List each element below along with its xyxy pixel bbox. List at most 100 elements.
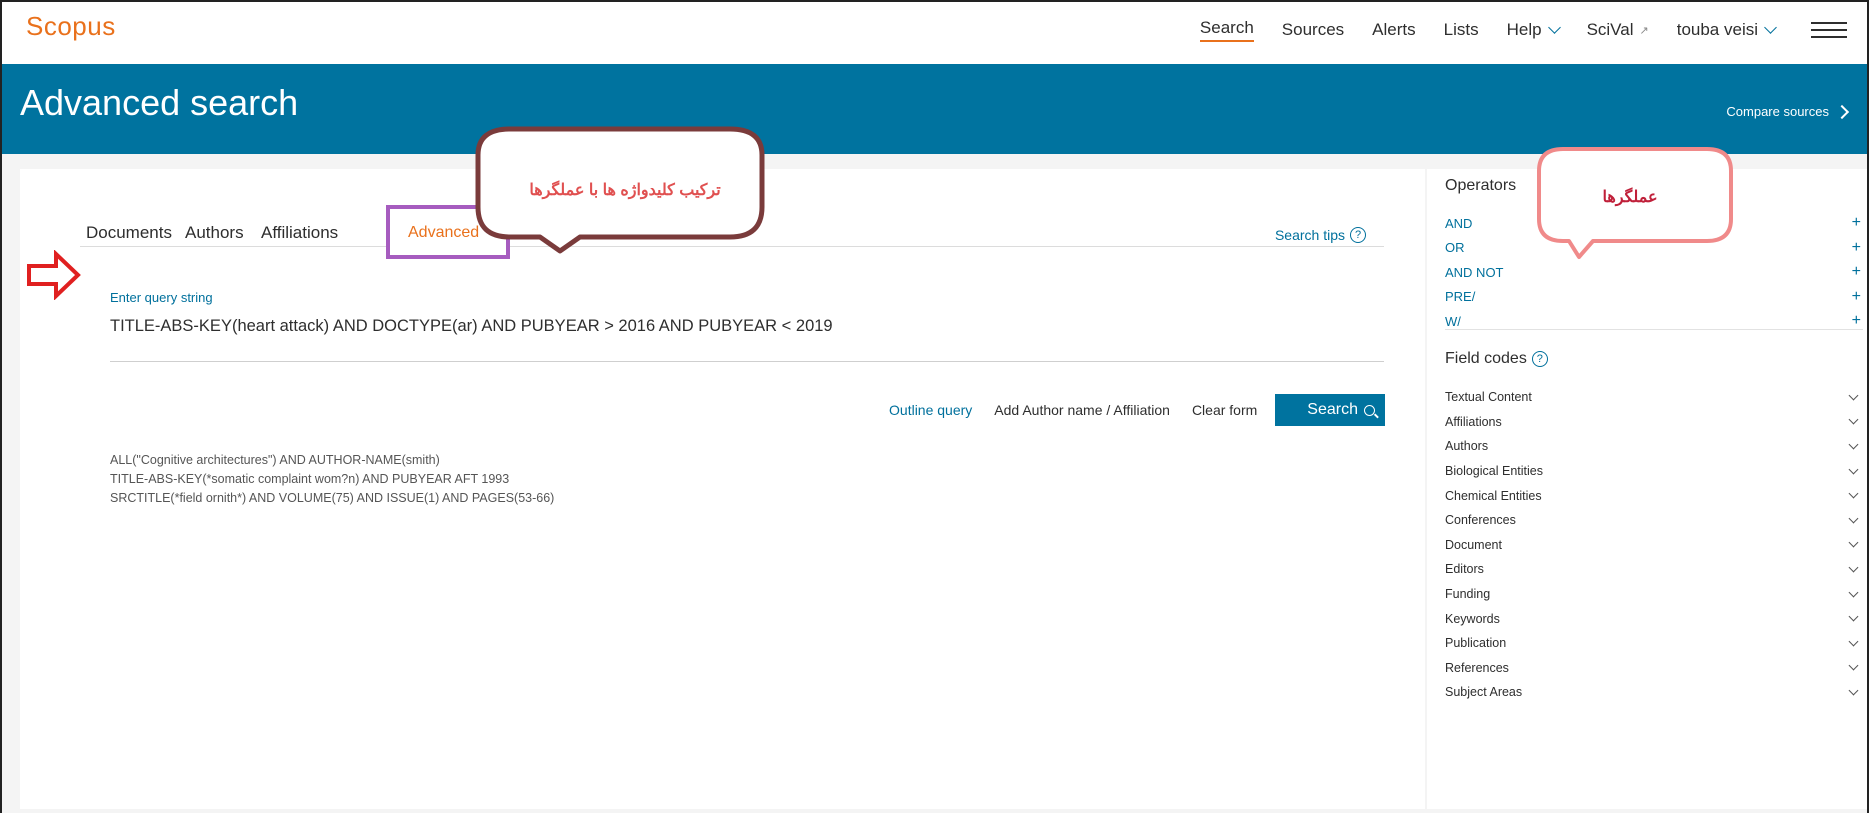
external-link-icon: ↗ (1639, 24, 1649, 37)
page-title: Advanced search (20, 82, 299, 123)
tab-affiliations[interactable]: Affiliations (261, 223, 338, 243)
chevron-down-icon (1848, 685, 1859, 696)
search-tips-label: Search tips (1274, 227, 1345, 243)
field-code-label: Subject Areas (1445, 685, 1523, 700)
field-codes-list: Textual Content Affiliations Authors Bio… (1445, 385, 1863, 705)
outline-query-link[interactable]: Outline query (889, 402, 972, 418)
plus-icon: + (1851, 312, 1861, 330)
tab-advanced-label: Advanced (408, 224, 480, 241)
help-circle-icon[interactable]: ? (1531, 351, 1548, 367)
plus-icon: + (1851, 214, 1861, 232)
field-code-item[interactable]: Subject Areas (1445, 680, 1863, 705)
chevron-down-icon (1848, 414, 1859, 425)
example-query: TITLE-ABS-KEY(*somatic complaint wom?n) … (110, 472, 510, 486)
nav-scival-label: SciVal (1586, 20, 1634, 39)
field-code-item[interactable]: Funding (1445, 582, 1863, 607)
page-banner: Advanced search Compare sources (2, 64, 1867, 154)
field-code-item[interactable]: Editors (1445, 557, 1863, 582)
user-name: touba veisi (1676, 20, 1758, 39)
field-code-label: Authors (1445, 439, 1489, 454)
chevron-down-icon (1848, 636, 1859, 647)
field-codes-title: Field codes ? (1445, 350, 1548, 368)
nav-lists[interactable]: Lists (1444, 20, 1479, 40)
field-code-item[interactable]: Conferences (1445, 508, 1863, 533)
query-label: Enter query string (110, 290, 213, 305)
operator-label: AND NOT (1445, 264, 1504, 280)
nav-help-label: Help (1506, 20, 1542, 39)
operator-label: AND (1445, 215, 1473, 231)
tab-documents[interactable]: Documents (86, 223, 172, 243)
field-code-label: Chemical Entities (1445, 488, 1542, 503)
chevron-down-icon (1848, 587, 1859, 597)
scopus-logo[interactable]: Scopus (26, 11, 116, 42)
field-code-label: Textual Content (1445, 390, 1532, 405)
annotation-text-pink: عملگرها (1602, 189, 1658, 206)
plus-icon: + (1851, 263, 1861, 281)
chevron-down-icon (1764, 20, 1777, 34)
field-code-label: Conferences (1445, 513, 1516, 528)
chevron-down-icon (1848, 464, 1859, 475)
operator-label: OR (1445, 240, 1465, 256)
search-panel: Documents Authors Affiliations Advanced … (20, 169, 1425, 809)
nav-scival[interactable]: SciVal ↗ (1587, 20, 1649, 40)
search-icon (1364, 404, 1375, 416)
field-code-item[interactable]: Authors (1445, 434, 1863, 459)
field-codes-label: Field codes (1445, 350, 1527, 367)
plus-icon: + (1851, 287, 1861, 305)
field-code-label: Affiliations (1445, 414, 1502, 429)
compare-sources-label: Compare sources (1726, 104, 1829, 119)
field-code-item[interactable]: Chemical Entities (1445, 483, 1863, 508)
field-code-label: Funding (1445, 587, 1491, 602)
field-code-item[interactable]: Document (1445, 533, 1863, 558)
search-tips-link[interactable]: Search tips ? (1275, 227, 1366, 243)
search-button-label: Search (1307, 401, 1358, 418)
nav-links: Search Sources Alerts Lists Help SciVal … (1172, 18, 1867, 42)
query-input[interactable]: TITLE-ABS-KEY(heart attack) AND DOCTYPE(… (110, 317, 833, 336)
hamburger-menu-icon[interactable] (1811, 20, 1847, 40)
nav-sources[interactable]: Sources (1282, 20, 1344, 40)
chevron-down-icon (1547, 20, 1561, 34)
query-actions: Outline query Add Author name / Affiliat… (867, 394, 1385, 426)
chevron-down-icon (1848, 562, 1859, 573)
add-author-affiliation-link[interactable]: Add Author name / Affiliation (994, 402, 1170, 418)
tab-authors[interactable]: Authors (185, 223, 244, 243)
nav-help[interactable]: Help (1506, 20, 1561, 40)
top-nav: Scopus Search Sources Alerts Lists Help … (2, 2, 1867, 64)
field-code-item[interactable]: Keywords (1445, 606, 1863, 631)
annotation-text-brown: ترکیب کلیدواژه ها با عملگرها (529, 182, 721, 199)
field-code-item[interactable]: Publication (1445, 631, 1863, 656)
nav-search[interactable]: Search (1199, 18, 1254, 42)
search-button[interactable]: Search (1275, 394, 1385, 426)
field-code-label: References (1445, 660, 1509, 675)
query-examples: ALL("Cognitive architectures") AND AUTHO… (110, 451, 554, 508)
operator-label: W/ (1445, 313, 1461, 329)
chevron-down-icon (1848, 488, 1859, 499)
clear-form-link[interactable]: Clear form (1192, 402, 1257, 418)
field-code-item[interactable]: Biological Entities (1445, 459, 1863, 484)
compare-sources-link[interactable]: Compare sources (1726, 104, 1850, 119)
field-code-label: Keywords (1445, 611, 1500, 626)
chevron-down-icon (1848, 611, 1859, 622)
field-code-label: Biological Entities (1445, 464, 1543, 479)
chevron-right-icon (1834, 104, 1850, 119)
divider (1445, 329, 1863, 330)
operators-sidebar: Operators AND + OR + AND NOT + PRE/ + W/ + Fi… (1427, 169, 1867, 809)
plus-icon: + (1851, 238, 1861, 256)
chevron-down-icon (1848, 439, 1859, 450)
field-code-item[interactable]: References (1445, 656, 1863, 681)
nav-user-menu[interactable]: touba veisi (1676, 20, 1777, 40)
chevron-down-icon (1848, 537, 1859, 548)
help-circle-icon: ? (1350, 227, 1366, 243)
field-code-label: Document (1445, 537, 1502, 552)
operator-label: PRE/ (1445, 289, 1476, 305)
operators-title: Operators (1445, 177, 1517, 194)
field-code-label: Publication (1445, 636, 1507, 651)
field-code-item[interactable]: Affiliations (1445, 410, 1863, 435)
arrow-right-icon (27, 250, 81, 300)
operator-item-pre[interactable]: PRE/ + (1445, 285, 1863, 310)
nav-alerts[interactable]: Alerts (1372, 20, 1415, 40)
chevron-down-icon (1848, 660, 1859, 671)
chevron-down-icon (1848, 513, 1859, 524)
field-code-label: Editors (1445, 562, 1484, 577)
field-code-item[interactable]: Textual Content (1445, 385, 1863, 410)
